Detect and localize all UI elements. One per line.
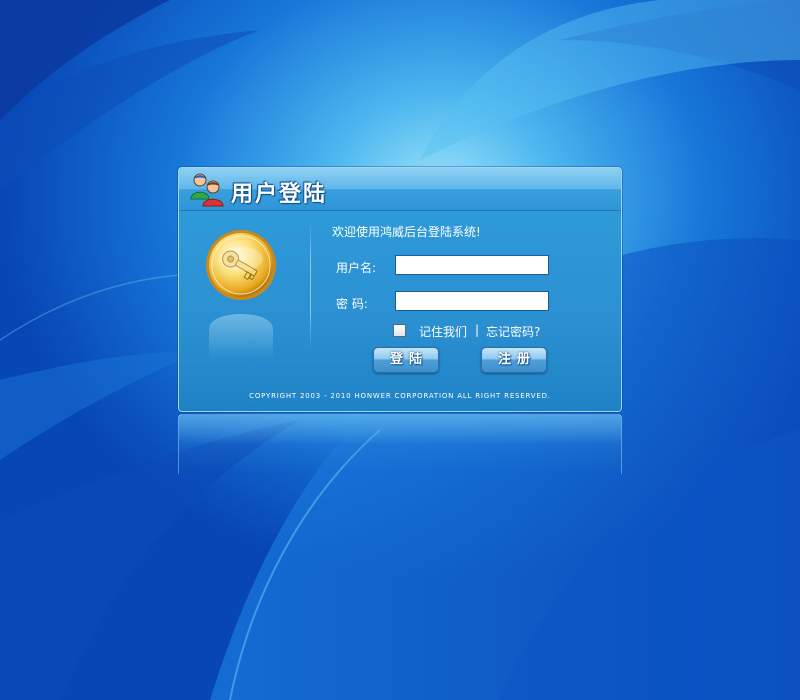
login-screen: 用户登陆 欢迎使用鸿威后台登陆系统! 用户名: 密 码: 记住我们 | 忘记密码… bbox=[0, 0, 800, 700]
panel-divider bbox=[310, 221, 311, 349]
separator: | bbox=[475, 323, 480, 337]
password-label: 密 码: bbox=[336, 297, 368, 311]
username-input[interactable] bbox=[395, 255, 549, 275]
register-button[interactable]: 注册 bbox=[481, 347, 547, 373]
panel-reflection bbox=[178, 414, 622, 474]
welcome-text: 欢迎使用鸿威后台登陆系统! bbox=[332, 225, 481, 239]
panel-title: 用户登陆 bbox=[231, 182, 328, 207]
users-icon bbox=[190, 173, 224, 207]
forgot-password-link[interactable]: 忘记密码? bbox=[486, 323, 540, 340]
panel-reflection-highlight bbox=[179, 415, 621, 445]
copyright-text: COPYRIGHT 2003 - 2010 HONWER CORPORATION… bbox=[249, 392, 551, 400]
password-input[interactable] bbox=[395, 291, 549, 311]
key-icon bbox=[206, 230, 276, 359]
login-panel: 用户登陆 欢迎使用鸿威后台登陆系统! 用户名: 密 码: 记住我们 | 忘记密码… bbox=[178, 167, 622, 412]
panel-header: 用户登陆 bbox=[179, 168, 621, 211]
panel-body: 欢迎使用鸿威后台登陆系统! 用户名: 密 码: 记住我们 | 忘记密码? 登陆 … bbox=[179, 211, 621, 411]
login-button[interactable]: 登陆 bbox=[373, 347, 439, 373]
username-label: 用户名: bbox=[336, 261, 377, 275]
remember-checkbox[interactable] bbox=[393, 324, 406, 337]
remember-label[interactable]: 记住我们 bbox=[419, 323, 467, 340]
